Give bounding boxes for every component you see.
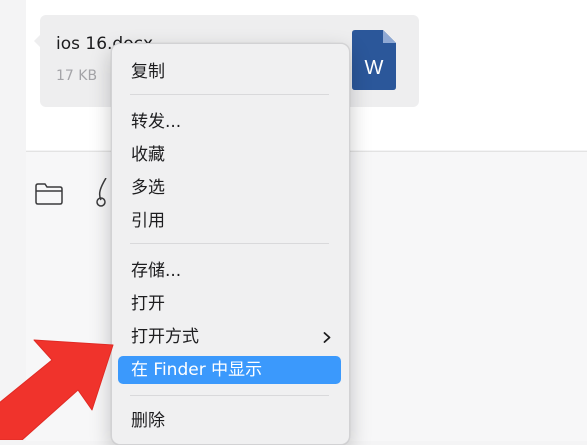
menu-item-forward[interactable]: 转发... <box>118 108 341 136</box>
folder-icon[interactable] <box>34 182 64 206</box>
word-icon-letter: W <box>365 57 384 79</box>
bubble-tail <box>34 34 41 48</box>
menu-item-open-with-label: 打开方式 <box>131 327 199 347</box>
word-document-icon[interactable]: W <box>350 30 398 90</box>
menu-separator <box>130 94 329 95</box>
menu-separator <box>130 243 329 244</box>
menu-item-favorite[interactable]: 收藏 <box>118 141 341 169</box>
menu-item-open-with[interactable]: 打开方式 <box>118 323 341 351</box>
menu-item-save[interactable]: 存储... <box>118 257 341 285</box>
context-menu: 复制 转发... 收藏 多选 引用 存储... 打开 打开方式 在 Finder… <box>111 43 350 445</box>
chevron-right-icon <box>323 332 331 343</box>
menu-item-copy[interactable]: 复制 <box>118 58 341 86</box>
menu-item-quote[interactable]: 引用 <box>118 207 341 235</box>
menu-item-delete[interactable]: 删除 <box>118 407 341 435</box>
menu-item-show-in-finder[interactable]: 在 Finder 中显示 <box>118 356 341 384</box>
menu-item-open[interactable]: 打开 <box>118 290 341 318</box>
menu-item-multi-select[interactable]: 多选 <box>118 174 341 202</box>
menu-separator <box>130 395 329 396</box>
file-size: 17 KB <box>56 68 98 84</box>
